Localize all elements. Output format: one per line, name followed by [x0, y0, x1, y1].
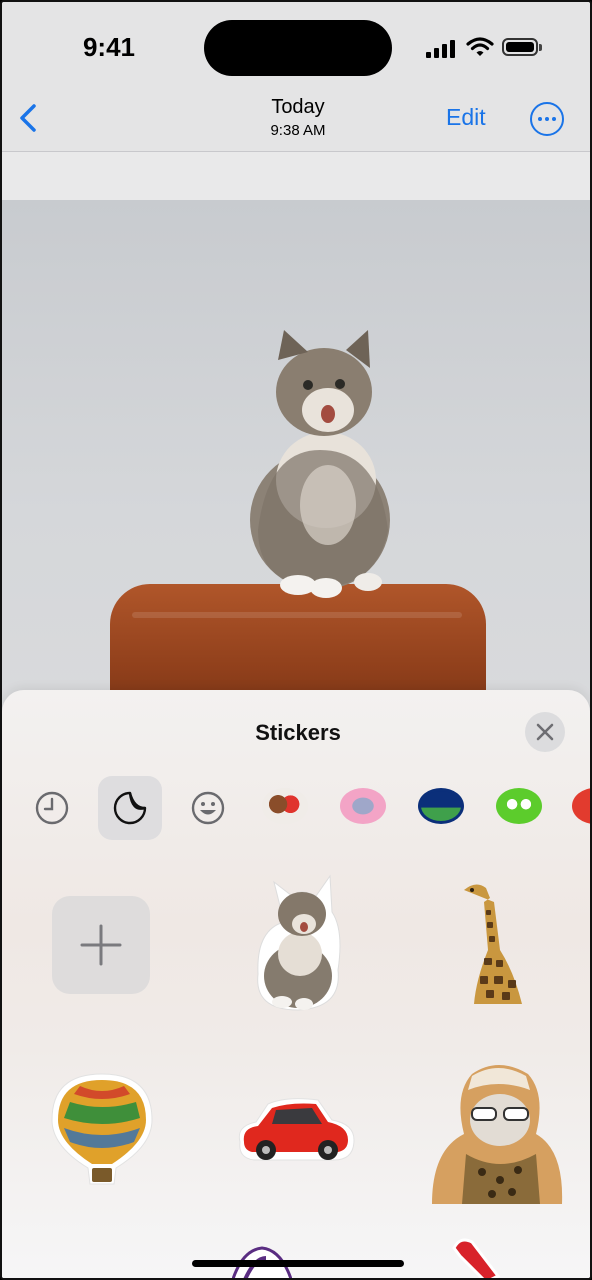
status-bar: 9:41 — [2, 2, 590, 94]
balloon-sticker[interactable] — [50, 1072, 154, 1188]
wifi-icon — [466, 37, 494, 56]
add-sticker-button[interactable] — [52, 896, 150, 994]
emoji-smiley-icon — [191, 791, 225, 825]
memoji-pack-icon[interactable] — [262, 788, 308, 824]
close-icon — [536, 723, 554, 741]
status-time: 9:41 — [82, 32, 136, 62]
back-chevron-icon[interactable] — [14, 100, 44, 136]
nav-subtitle: 9:38 AM — [270, 122, 326, 139]
kitten-image — [250, 330, 390, 598]
close-button[interactable] — [525, 712, 565, 752]
navigation-bar: Today 9:38 AM Edit — [2, 94, 590, 152]
red-pack-icon[interactable] — [572, 788, 590, 824]
tab-recents[interactable] — [20, 776, 84, 840]
cellular-signal-icon — [426, 40, 456, 58]
giraffe-sticker[interactable] — [456, 880, 528, 1006]
red-sticker-partial[interactable] — [446, 1236, 502, 1280]
stickers-sheet: Stickers — [2, 690, 590, 1280]
edit-button[interactable]: Edit — [446, 104, 486, 131]
sticker-peel-icon — [113, 791, 147, 825]
plus-icon — [80, 924, 122, 966]
phone-screen: 9:41 Today 9:38 AM Edit Stickers — [0, 0, 592, 1280]
kitten-sticker[interactable] — [248, 870, 344, 1014]
recents-clock-icon — [35, 791, 69, 825]
more-options-icon[interactable] — [530, 102, 564, 136]
sheet-title: Stickers — [255, 720, 341, 745]
photo-view[interactable] — [2, 200, 590, 720]
tab-stickers[interactable] — [98, 776, 162, 840]
red-car-sticker[interactable] — [234, 1092, 358, 1164]
owl-pack-icon[interactable] — [496, 788, 542, 824]
nav-title: Today — [271, 96, 325, 118]
battery-icon — [502, 38, 542, 56]
landscape-pack-icon[interactable] — [418, 788, 464, 824]
sticker-pack-tabs — [2, 774, 590, 844]
dynamic-island — [204, 20, 392, 76]
cat-sunglasses-sticker[interactable] — [428, 1054, 566, 1206]
tab-emoji[interactable] — [176, 776, 240, 840]
home-indicator[interactable] — [192, 1260, 404, 1267]
alien-pack-icon[interactable] — [340, 788, 386, 824]
